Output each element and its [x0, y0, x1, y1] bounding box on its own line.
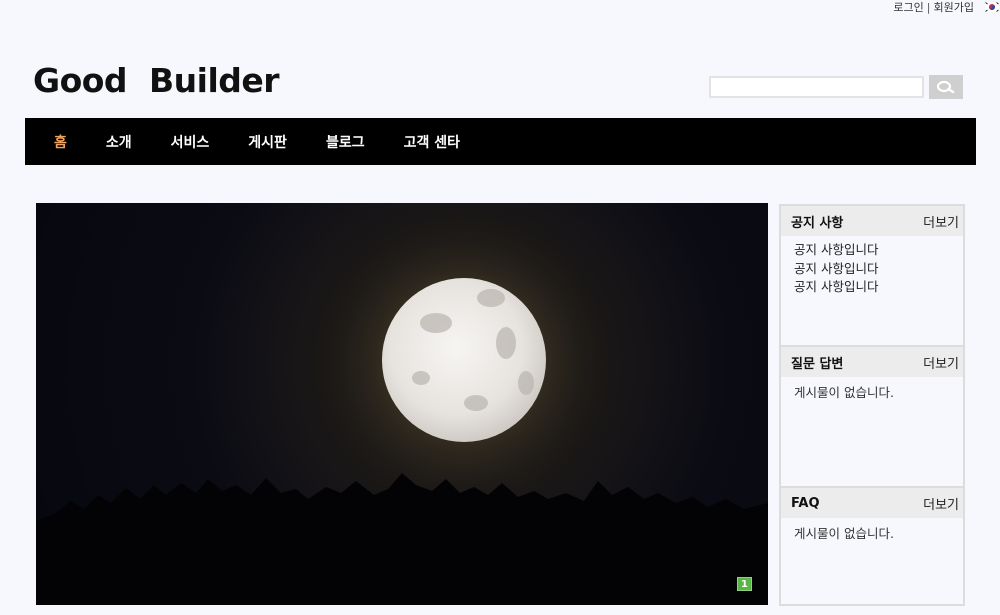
search-input[interactable]	[709, 76, 924, 98]
faq-empty-message: 게시물이 없습니다.	[794, 526, 894, 541]
main-nav: 홈 소개 서비스 게시판 블로그 고객 센타	[25, 118, 976, 165]
sidebar: 공지 사항 더보기 공지 사항입니다 공지 사항입니다 공지 사항입니다 질문 …	[779, 204, 965, 606]
search-button[interactable]	[929, 75, 963, 99]
signup-link[interactable]: 회원가입	[934, 0, 974, 15]
notice-title: 공지 사항	[791, 215, 844, 231]
login-link[interactable]: 로그인	[893, 0, 923, 15]
search-icon	[936, 80, 955, 94]
list-item[interactable]: 공지 사항입니다	[794, 260, 963, 279]
nav-item-customer-center[interactable]: 고객 센타	[404, 132, 460, 152]
qna-box: 질문 답변 더보기 게시물이 없습니다.	[781, 347, 963, 488]
faq-title: FAQ	[791, 495, 820, 511]
faq-box: FAQ 더보기 게시물이 없습니다.	[781, 488, 963, 604]
faq-more-link[interactable]: 더보기	[923, 494, 959, 513]
qna-title: 질문 답변	[791, 356, 844, 372]
utility-bar: 로그인 | 회원가입	[893, 0, 1000, 14]
nav-item-board[interactable]: 게시판	[248, 132, 287, 152]
list-item[interactable]: 공지 사항입니다	[794, 278, 963, 297]
qna-header: 질문 답변 더보기	[781, 347, 963, 377]
hero-slideshow[interactable]: 1	[36, 203, 768, 605]
notice-header: 공지 사항 더보기	[781, 206, 963, 236]
nav-item-blog[interactable]: 블로그	[326, 132, 365, 152]
full-moon-image	[36, 203, 768, 605]
qna-empty-message: 게시물이 없습니다.	[794, 385, 894, 400]
notice-list: 공지 사항입니다 공지 사항입니다 공지 사항입니다	[781, 236, 963, 297]
utility-separator: |	[926, 0, 931, 14]
slide-indicator[interactable]: 1	[737, 577, 752, 591]
site-logo[interactable]: Good Builder	[33, 61, 280, 100]
notice-more-link[interactable]: 더보기	[923, 212, 959, 231]
notice-box: 공지 사항 더보기 공지 사항입니다 공지 사항입니다 공지 사항입니다	[781, 206, 963, 347]
faq-header: FAQ 더보기	[781, 488, 963, 518]
nav-item-service[interactable]: 서비스	[171, 132, 210, 152]
korean-flag-icon[interactable]	[983, 0, 1000, 14]
nav-item-home[interactable]: 홈	[54, 132, 67, 152]
qna-more-link[interactable]: 더보기	[923, 353, 959, 372]
nav-item-about[interactable]: 소개	[106, 132, 132, 152]
list-item[interactable]: 공지 사항입니다	[794, 241, 963, 260]
